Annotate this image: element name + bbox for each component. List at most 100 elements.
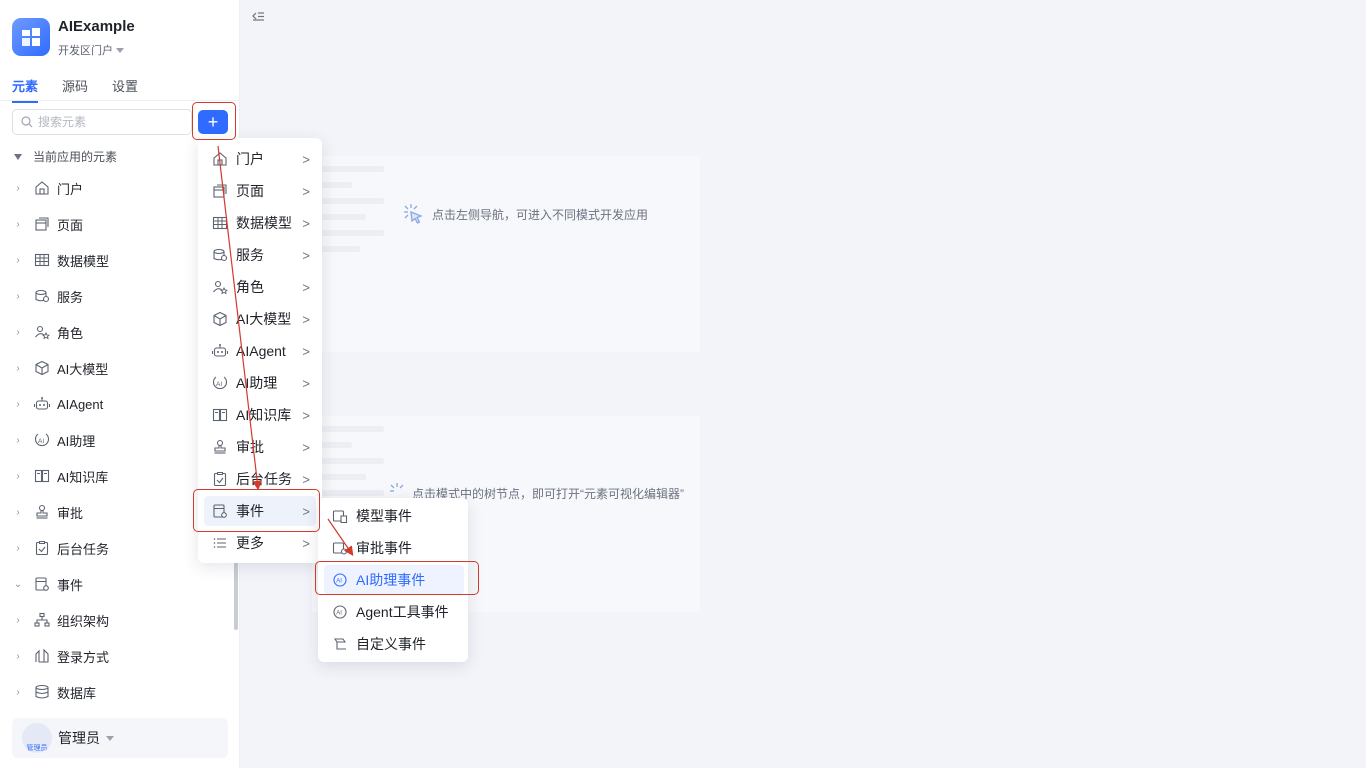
menu-item[interactable]: 审批 >: [204, 432, 316, 462]
chevron-right-icon[interactable]: ›: [12, 687, 24, 698]
menu-item-label: AI大模型: [236, 311, 292, 327]
chevron-right-icon: >: [302, 311, 310, 327]
tree-section-header[interactable]: 当前应用的元素: [14, 148, 117, 165]
chevron-right-icon[interactable]: ›: [12, 399, 24, 410]
chevron-right-icon[interactable]: ›: [12, 615, 24, 626]
submenu-item[interactable]: AI AI助理事件: [324, 565, 464, 595]
add-element-button[interactable]: +: [198, 110, 228, 134]
table-icon: [34, 252, 50, 268]
click-icon: [404, 204, 423, 224]
menu-item[interactable]: AI AI助理 >: [204, 368, 316, 398]
chevron-right-icon: >: [302, 183, 310, 199]
chevron-right-icon[interactable]: ›: [12, 363, 24, 374]
chevron-right-icon[interactable]: ›: [12, 219, 24, 230]
menu-item-label: 门户: [236, 151, 264, 167]
tree-item[interactable]: › 门户: [12, 176, 212, 200]
tree-item[interactable]: › 数据模型: [12, 248, 212, 272]
chevron-right-icon: >: [302, 343, 310, 359]
tree-item[interactable]: › AI AI助理: [12, 428, 212, 452]
scrollbar[interactable]: [234, 560, 238, 630]
tab-elements[interactable]: 元素: [12, 76, 39, 103]
menu-item-label: 后台任务: [236, 471, 292, 487]
tree-item[interactable]: › 登录方式: [12, 644, 212, 668]
home-icon: [212, 151, 228, 167]
list-icon: [212, 535, 228, 551]
tree-item[interactable]: › AIAgent: [12, 392, 212, 416]
submenu-item[interactable]: 自定义事件: [324, 629, 464, 659]
menu-item[interactable]: AIAgent >: [204, 336, 316, 366]
chevron-right-icon: >: [302, 215, 310, 231]
stamp-icon: [212, 439, 228, 455]
tree-item-label: AI大模型: [57, 361, 109, 377]
cube-icon: [34, 360, 50, 376]
tree-item[interactable]: › 页面: [12, 212, 212, 236]
tree-item[interactable]: › 组织架构: [12, 608, 212, 632]
event-icon: [34, 576, 50, 592]
chevron-right-icon: >: [302, 407, 310, 423]
search-input[interactable]: [38, 115, 178, 129]
chevron-right-icon[interactable]: ›: [12, 471, 24, 482]
submenu-item-label: 审批事件: [356, 540, 412, 556]
submenu-item[interactable]: AI Agent工具事件: [324, 597, 464, 627]
sidebar-tabs: 元素 源码 设置: [12, 76, 162, 103]
menu-item-label: 页面: [236, 183, 264, 199]
chevron-right-icon[interactable]: ›: [12, 435, 24, 446]
chevron-right-icon: >: [302, 375, 310, 391]
avatar: 管理员: [22, 723, 52, 753]
menu-item[interactable]: AI知识库 >: [204, 400, 316, 430]
menu-item[interactable]: 服务 >: [204, 240, 316, 270]
task-icon: [212, 471, 228, 487]
svg-text:AI: AI: [336, 611, 342, 617]
chevron-right-icon[interactable]: ›: [12, 507, 24, 518]
menu-item[interactable]: 事件 >: [204, 496, 316, 526]
menu-item[interactable]: 数据模型 >: [204, 208, 316, 238]
menu-item[interactable]: 角色 >: [204, 272, 316, 302]
tree-item[interactable]: › AI大模型: [12, 356, 212, 380]
chevron-right-icon[interactable]: ›: [12, 651, 24, 662]
menu-item-label: 审批: [236, 439, 264, 455]
submenu-item[interactable]: 模型事件: [324, 501, 464, 531]
portal-label: 开发区门户: [58, 45, 113, 57]
chevron-right-icon[interactable]: ›: [12, 183, 24, 194]
tree-item[interactable]: › AI知识库: [12, 464, 212, 488]
database-icon: [34, 288, 50, 304]
menu-item[interactable]: 后台任务 >: [204, 464, 316, 494]
tree-item[interactable]: › 数据库: [12, 680, 212, 704]
tree-item-label: AIAgent: [57, 396, 104, 412]
tab-source[interactable]: 源码: [62, 76, 88, 103]
tree-item-label: 登录方式: [57, 649, 110, 665]
tree-item[interactable]: › 后台任务: [12, 536, 212, 560]
tree-item-label: 事件: [57, 577, 84, 593]
chevron-right-icon[interactable]: ›: [12, 327, 24, 338]
chevron-right-icon[interactable]: ›: [12, 543, 24, 554]
menu-item[interactable]: 更多 >: [204, 528, 316, 558]
page-icon: [212, 183, 228, 199]
home-icon: [34, 180, 50, 196]
user-menu[interactable]: 管理员 管理员: [12, 718, 228, 758]
model-event-icon: [332, 508, 348, 524]
chevron-right-icon[interactable]: ›: [12, 255, 24, 266]
tree-item[interactable]: ⌄ 事件: [12, 572, 212, 596]
portal-selector[interactable]: 开发区门户: [58, 42, 135, 58]
menu-item[interactable]: 页面 >: [204, 176, 316, 206]
role-icon: [34, 324, 50, 340]
submenu-item-label: 模型事件: [356, 508, 412, 524]
menu-item[interactable]: 门户 >: [204, 144, 316, 174]
caret-down-icon: [106, 735, 114, 741]
tab-settings[interactable]: 设置: [112, 76, 138, 103]
chevron-down-icon[interactable]: ⌄: [12, 579, 24, 590]
tree-item[interactable]: › 审批: [12, 500, 212, 524]
submenu-item[interactable]: 审批事件: [324, 533, 464, 563]
tree-item[interactable]: › 角色: [12, 320, 212, 344]
chevron-right-icon[interactable]: ›: [12, 291, 24, 302]
chevron-right-icon: >: [302, 279, 310, 295]
search-box: [12, 109, 192, 135]
chevron-right-icon: >: [302, 247, 310, 263]
tree-item-label: 服务: [57, 289, 84, 305]
database-icon: [212, 247, 228, 263]
menu-item[interactable]: AI大模型 >: [204, 304, 316, 334]
db-icon: [34, 684, 50, 700]
collapse-sidebar-icon[interactable]: [251, 10, 265, 29]
app-name: AIExample: [58, 18, 135, 35]
tree-item[interactable]: › 服务: [12, 284, 212, 308]
